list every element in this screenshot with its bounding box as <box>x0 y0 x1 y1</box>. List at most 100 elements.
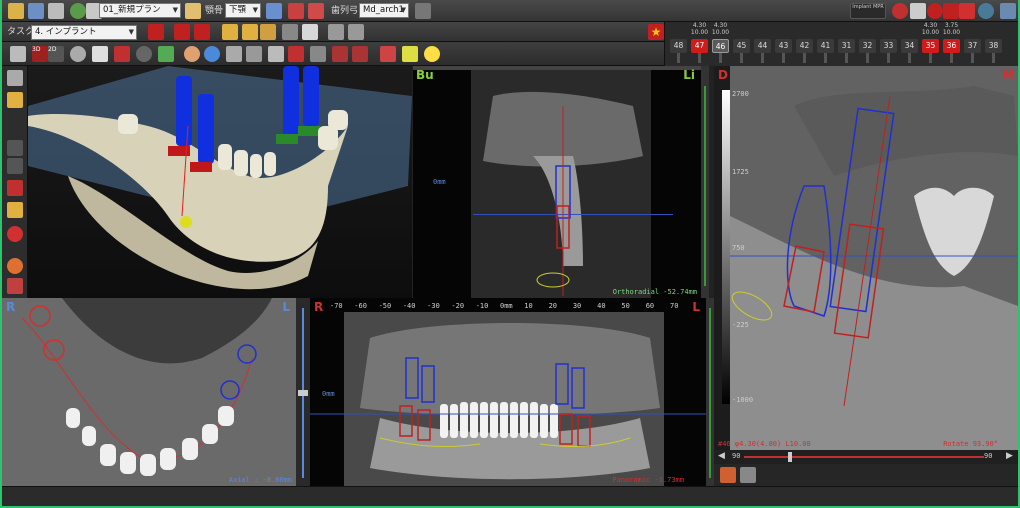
view-3d-button[interactable]: 3D <box>32 46 48 62</box>
cross-icon[interactable] <box>959 3 975 19</box>
edit-icon[interactable] <box>282 24 298 40</box>
tooth-number[interactable]: 43 <box>775 39 792 53</box>
layer-1-icon[interactable] <box>7 140 23 156</box>
star-icon[interactable]: ★ <box>648 24 664 40</box>
tooth-34[interactable]: 34 <box>900 22 919 66</box>
moon-icon[interactable] <box>892 3 908 19</box>
folder-icon[interactable] <box>222 24 238 40</box>
tooth-46[interactable]: 4.30 10.00 46 <box>711 22 730 66</box>
tool-pick-icon[interactable] <box>288 3 304 19</box>
arch-select[interactable]: Md_arch1 ▼ <box>359 3 409 18</box>
angle-icon[interactable] <box>424 46 440 62</box>
jaw-select[interactable]: 下顎 ▼ <box>225 3 261 18</box>
tooth-33[interactable]: 33 <box>879 22 898 66</box>
implant-multi-icon[interactable] <box>174 24 190 40</box>
tooth-47[interactable]: 4.30 10.00 47 <box>690 22 709 66</box>
trash-icon[interactable] <box>226 46 242 62</box>
canal-edit-icon[interactable] <box>352 46 368 62</box>
tree-icon[interactable] <box>7 278 23 294</box>
tool-pin-icon[interactable] <box>308 3 324 19</box>
pan-hand-icon[interactable] <box>92 46 108 62</box>
axial-slider[interactable] <box>296 298 310 486</box>
cross-tool-icon[interactable] <box>114 46 130 62</box>
cross-slider[interactable] <box>706 298 714 486</box>
print-icon[interactable] <box>48 3 64 19</box>
rotate-icon[interactable] <box>136 46 152 62</box>
view-2d-button[interactable]: 2D <box>48 46 64 62</box>
tooth-35[interactable]: 4.30 10.00 35 <box>921 22 940 66</box>
redo-icon[interactable] <box>348 24 364 40</box>
plan-select[interactable]: 01_新規プラン ▼ <box>99 3 181 18</box>
tooth-31[interactable]: 31 <box>837 22 856 66</box>
palette-icon[interactable] <box>7 258 23 274</box>
tooth-44[interactable]: 44 <box>753 22 772 66</box>
view-axial[interactable]: R L Axial : -8.80mm <box>2 298 296 486</box>
view-panoramic[interactable]: R L -70 -60 -50 -40 -30 -20 -10 0mm 10 20 30 40 50 60… <box>310 298 706 486</box>
undo-icon[interactable] <box>328 24 344 40</box>
task-select[interactable]: 4. インプラント ▼ <box>31 25 137 40</box>
tooth-45[interactable]: 45 <box>732 22 751 66</box>
tooth-36[interactable]: 3.75 10.00 36 <box>942 22 961 66</box>
tooth-number[interactable]: 47 <box>691 39 708 53</box>
scan-icon[interactable] <box>7 202 23 218</box>
folder-up-icon[interactable] <box>260 24 276 40</box>
sphere-icon[interactable] <box>204 46 220 62</box>
rotation-thumb[interactable] <box>788 452 792 462</box>
tooth-48[interactable]: 48 <box>669 22 688 66</box>
folder-open-icon[interactable] <box>8 3 24 19</box>
cart-icon[interactable] <box>415 3 431 19</box>
settings-icon[interactable] <box>1000 3 1016 19</box>
rotation-slider[interactable] <box>744 456 984 458</box>
view3d-icon[interactable] <box>978 3 994 19</box>
window-icon[interactable] <box>910 3 926 19</box>
tooth-number[interactable]: 32 <box>859 39 876 53</box>
window-tool-icon[interactable] <box>740 467 756 483</box>
nerve-md-icon[interactable] <box>7 92 23 108</box>
tooth-number[interactable]: 38 <box>985 39 1002 53</box>
view-cross-section[interactable]: D M 2700 1725 750 -225 -1000 #46 φ4.30(4… <box>714 66 1018 450</box>
cursor-icon[interactable] <box>10 46 26 62</box>
measure-icon[interactable] <box>158 46 174 62</box>
tooth-number[interactable]: 31 <box>838 39 855 53</box>
implant-remove-icon[interactable] <box>194 24 210 40</box>
ortho-slider[interactable] <box>701 66 709 298</box>
tooth-number[interactable]: 37 <box>964 39 981 53</box>
bone-icon[interactable] <box>943 3 959 19</box>
tooth-number[interactable]: 46 <box>712 39 729 53</box>
tooth-number[interactable]: 34 <box>901 39 918 53</box>
zoom-icon[interactable] <box>70 46 86 62</box>
face-icon[interactable] <box>184 46 200 62</box>
tooth-41[interactable]: 41 <box>816 22 835 66</box>
tooth-number[interactable]: 41 <box>817 39 834 53</box>
axis-icon[interactable] <box>402 46 418 62</box>
tooth-32[interactable]: 32 <box>858 22 877 66</box>
tooth-number[interactable]: 48 <box>670 39 687 53</box>
implant-add-icon[interactable] <box>148 24 164 40</box>
nerve-mx-icon[interactable] <box>7 70 23 86</box>
tooth-number[interactable]: 45 <box>733 39 750 53</box>
tooth-38[interactable]: 38 <box>984 22 1003 66</box>
rotate-left-icon[interactable]: ◀ <box>718 451 725 461</box>
canal-icon[interactable] <box>332 46 348 62</box>
bookmark-icon[interactable] <box>302 24 318 40</box>
palette-tool-icon[interactable] <box>720 467 736 483</box>
refresh-icon[interactable] <box>268 46 284 62</box>
axial-slider-thumb[interactable] <box>298 390 308 396</box>
tooth-number[interactable]: 44 <box>754 39 771 53</box>
tooth-number[interactable]: 35 <box>922 39 939 53</box>
magnet-icon[interactable] <box>288 46 304 62</box>
layers-icon[interactable] <box>266 3 282 19</box>
tooth-43[interactable]: 43 <box>774 22 793 66</box>
save-icon[interactable] <box>28 3 44 19</box>
tooth-number[interactable]: 42 <box>796 39 813 53</box>
rename-icon[interactable] <box>185 3 201 19</box>
patient-icon[interactable] <box>70 3 86 19</box>
line-icon[interactable] <box>380 46 396 62</box>
view-orthoradial[interactable]: Bu Li 0mm Orthoradial -52.74mm <box>413 66 701 298</box>
rotate-view-icon[interactable] <box>246 46 262 62</box>
folder-add-icon[interactable] <box>242 24 258 40</box>
tooth-42[interactable]: 42 <box>795 22 814 66</box>
tooth-number[interactable]: 36 <box>943 39 960 53</box>
bone-view-icon[interactable] <box>7 180 23 196</box>
cut-icon[interactable] <box>310 46 326 62</box>
